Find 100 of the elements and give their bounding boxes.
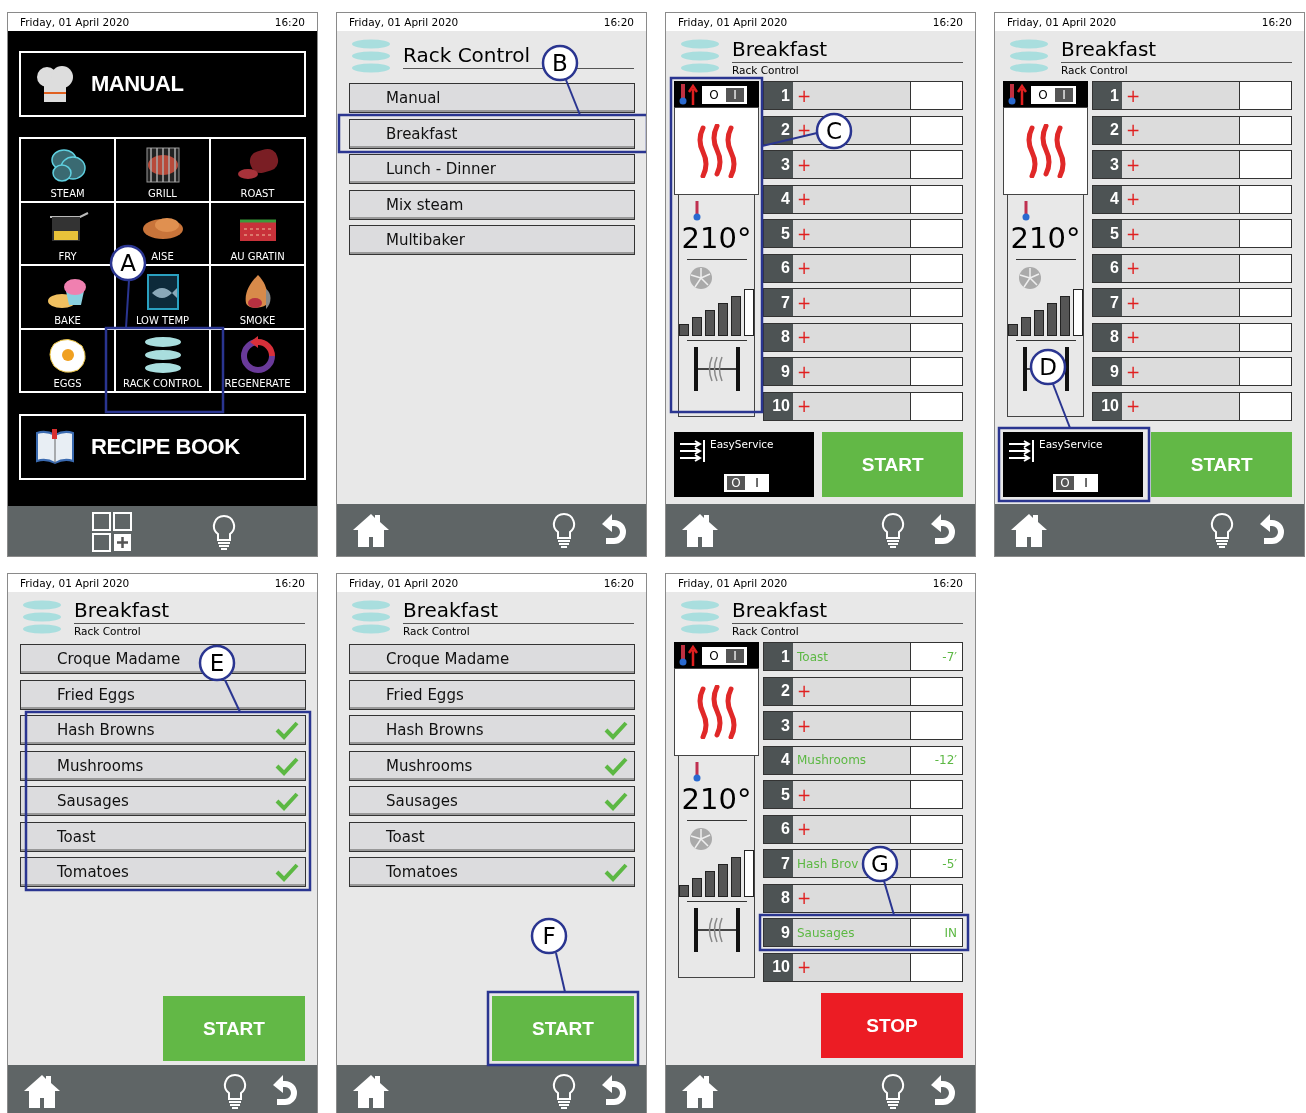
screen-subtitle: Rack Control: [74, 623, 142, 637]
timer-field: [910, 392, 962, 420]
heat-toggle[interactable]: O I: [702, 647, 747, 665]
recipe-item[interactable]: Mushrooms: [349, 750, 635, 781]
program-item[interactable]: Lunch - Dinner: [349, 154, 635, 184]
rack-row[interactable]: 9 Sausages IN: [763, 918, 963, 947]
recipe-item[interactable]: Hash Browns: [349, 715, 635, 745]
mode-tile[interactable]: RACK CONTROL: [115, 328, 210, 392]
thermometer-icon: [1022, 201, 1030, 221]
lightbulb-icon[interactable]: [223, 1073, 247, 1109]
stop-button[interactable]: STOP: [821, 993, 963, 1058]
home-icon[interactable]: [351, 1073, 391, 1109]
recipe-item[interactable]: Tomatoes: [349, 857, 635, 887]
recipe-item[interactable]: Fried Eggs: [349, 679, 635, 710]
rack-number: 2: [764, 116, 793, 144]
program-item[interactable]: Mix steam: [349, 189, 635, 220]
rack-row[interactable]: 10 +: [1092, 391, 1292, 421]
rack-row[interactable]: 3 +: [763, 711, 963, 740]
home-icon[interactable]: [1009, 512, 1049, 548]
rack-row[interactable]: 6 +: [763, 814, 963, 844]
rack-row[interactable]: 6 +: [1092, 253, 1292, 283]
timer-field: [910, 953, 962, 981]
recipe-item[interactable]: Hash Browns: [20, 715, 306, 745]
home-icon[interactable]: [22, 1073, 62, 1109]
mode-tile[interactable]: SMOKE: [210, 265, 305, 329]
recipe-item[interactable]: Mushrooms: [20, 750, 306, 781]
mode-tile[interactable]: AU GRATIN: [210, 201, 305, 265]
rack-number: 5: [764, 781, 793, 808]
lightbulb-icon[interactable]: [552, 1073, 576, 1109]
lightbulb-icon[interactable]: [881, 1073, 905, 1109]
callout-marker: D: [1029, 348, 1067, 386]
chef-hat-icon: [35, 64, 75, 104]
rack-row[interactable]: 9 +: [1092, 357, 1292, 386]
easyservice-toggle[interactable]: O I: [724, 474, 769, 492]
manual-button[interactable]: MANUAL: [19, 51, 306, 117]
rack-row[interactable]: 4 Mushrooms -12′: [763, 745, 963, 775]
timer-field: [1239, 220, 1291, 247]
recipe-item[interactable]: Toast: [20, 821, 306, 852]
grid-plus-icon[interactable]: [92, 512, 132, 552]
rack-row[interactable]: 5 +: [763, 780, 963, 809]
rack-row[interactable]: 10 +: [763, 952, 963, 982]
heat-toggle[interactable]: O I: [702, 86, 747, 104]
home-icon[interactable]: [680, 512, 720, 548]
rack-row[interactable]: 10 +: [763, 391, 963, 421]
mode-tile[interactable]: ROAST: [210, 138, 305, 202]
recipe-book-button[interactable]: RECIPE BOOK: [19, 414, 306, 480]
rack-recipe: Toast: [796, 648, 828, 666]
mode-tile[interactable]: BAKE: [20, 265, 115, 329]
rack-number: 7: [764, 850, 793, 877]
home-icon[interactable]: [351, 512, 391, 548]
rack-row[interactable]: 8 +: [763, 322, 963, 352]
mode-tile[interactable]: GRILL: [115, 138, 210, 202]
thermometer-icon: [693, 201, 701, 221]
rack-row[interactable]: 8 +: [1092, 322, 1292, 352]
home-icon[interactable]: [680, 1073, 720, 1109]
rack-row[interactable]: 4 +: [763, 184, 963, 214]
recipe-item[interactable]: Croque Madame: [349, 644, 635, 674]
recipe-item[interactable]: Tomatoes: [20, 857, 306, 887]
mode-tile[interactable]: FRY: [20, 201, 115, 265]
program-item[interactable]: Multibaker: [349, 225, 635, 255]
rack-row[interactable]: 2 +: [763, 676, 963, 706]
timer-field: [1239, 82, 1291, 109]
rack-row[interactable]: 8 +: [763, 883, 963, 913]
rack-row[interactable]: 6 +: [763, 253, 963, 283]
rack-number: 7: [764, 289, 793, 316]
thermometer-up-icon: [1007, 83, 1027, 105]
timer-field: [910, 323, 962, 351]
rack-timer: -12′: [910, 746, 962, 774]
rack-row[interactable]: 5 +: [763, 219, 963, 248]
recipe-item[interactable]: Fried Eggs: [20, 679, 306, 710]
mode-tile[interactable]: STEAM: [20, 138, 115, 202]
mode-tile[interactable]: REGENERATE: [210, 328, 305, 392]
rack-row[interactable]: 1 +: [763, 81, 963, 110]
rack-row[interactable]: 4 +: [1092, 184, 1292, 214]
lightbulb-icon[interactable]: [552, 512, 576, 548]
rack-row[interactable]: 3 +: [1092, 150, 1292, 179]
recipe-item[interactable]: Sausages: [349, 786, 635, 816]
date-label: Friday, 01 April 2020: [678, 16, 788, 28]
program-item[interactable]: Manual: [349, 83, 635, 113]
mode-tile[interactable]: EGGS: [20, 328, 115, 392]
lightbulb-icon[interactable]: [212, 514, 236, 550]
rack-row[interactable]: 1 Toast -7′: [763, 642, 963, 671]
recipe-item[interactable]: Toast: [349, 821, 635, 852]
heat-toggle[interactable]: O I: [1031, 86, 1076, 104]
rack-row[interactable]: 1 +: [1092, 81, 1292, 110]
rack-row[interactable]: 5 +: [1092, 219, 1292, 248]
screen-subtitle: Rack Control: [403, 623, 471, 637]
plates-icon: [351, 39, 391, 73]
lightbulb-icon[interactable]: [881, 512, 905, 548]
lightbulb-icon[interactable]: [1210, 512, 1234, 548]
rack-row[interactable]: 2 +: [1092, 115, 1292, 145]
plates-icon: [680, 600, 720, 634]
easyservice-toggle[interactable]: O I: [1053, 474, 1098, 492]
rack-row[interactable]: 7 +: [1092, 288, 1292, 317]
recipe-item[interactable]: Sausages: [20, 786, 306, 816]
rack-row[interactable]: 7 +: [763, 288, 963, 317]
rack-row[interactable]: 9 +: [763, 357, 963, 386]
program-item[interactable]: Breakfast: [349, 118, 635, 149]
rack-number: 3: [1093, 151, 1122, 178]
rack-row[interactable]: 3 +: [763, 150, 963, 179]
